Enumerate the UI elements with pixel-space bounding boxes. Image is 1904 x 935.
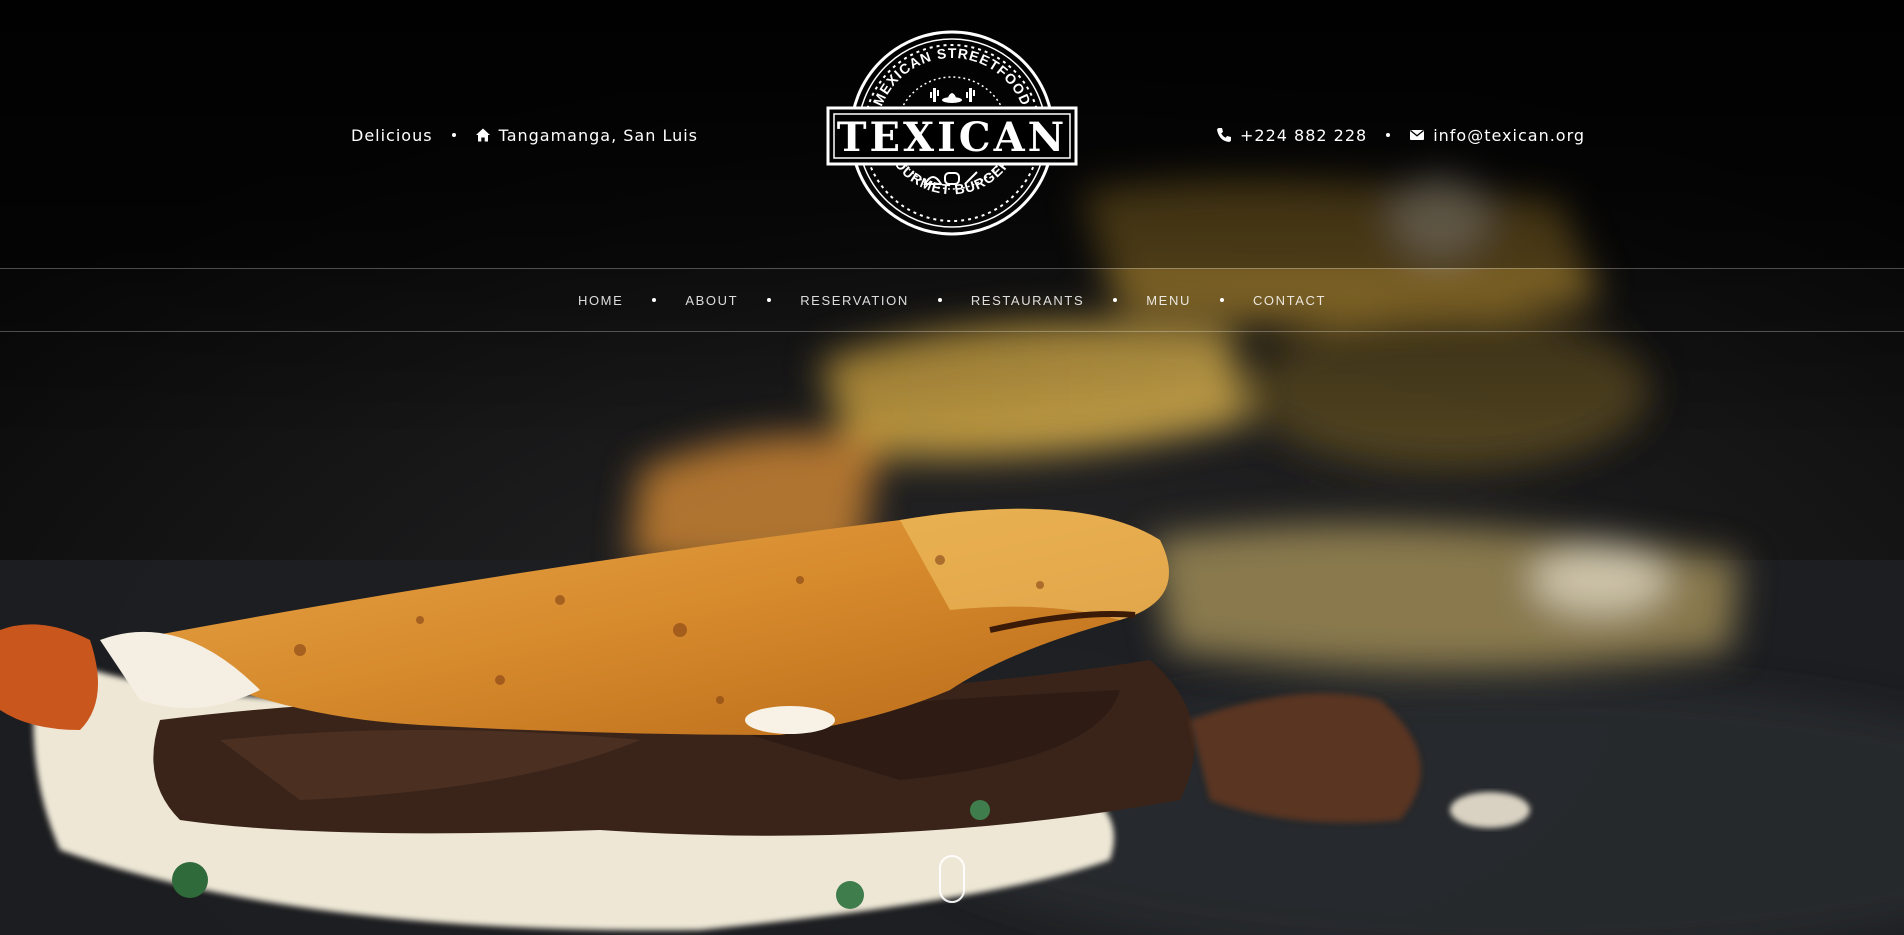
location-text: Tangamanga, San Luis	[498, 125, 698, 145]
nav-separator-dot	[1219, 298, 1224, 302]
mouse-scroll-icon[interactable]	[939, 855, 965, 903]
home-icon	[475, 127, 491, 143]
email-link[interactable]: info@texican.org	[1433, 126, 1585, 145]
main-navigation: HOME ABOUT RESERVATION RESTAURANTS MENU …	[0, 268, 1904, 332]
logo-name: TEXICAN	[837, 114, 1067, 161]
separator-dot	[1386, 133, 1391, 137]
nav-separator-dot	[767, 298, 772, 302]
phone-icon	[1216, 127, 1232, 143]
header-info-right: +224 882 228 info@texican.org	[1216, 125, 1585, 145]
header-info-left: Delicious Tangamanga, San Luis	[351, 125, 698, 145]
nav-separator-dot	[652, 298, 657, 302]
separator-dot	[451, 133, 456, 137]
texican-logo[interactable]: MEXICAN STREETFOOD GOURMET BURGERS TEXIC…	[825, 28, 1079, 238]
phone-number[interactable]: +224 882 228	[1240, 126, 1367, 145]
nav-separator-dot	[1113, 298, 1118, 302]
sombrero-icon	[930, 88, 975, 103]
nav-about[interactable]: ABOUT	[685, 293, 738, 308]
site-header: Delicious Tangamanga, San Luis MEXICAN S…	[0, 0, 1904, 268]
nav-menu[interactable]: MENU	[1146, 293, 1191, 308]
envelope-icon	[1409, 127, 1425, 143]
nav-contact[interactable]: CONTACT	[1253, 293, 1326, 308]
tagline: Delicious	[351, 125, 433, 145]
nav-reservation[interactable]: RESERVATION	[800, 293, 909, 308]
nav-home[interactable]: HOME	[578, 293, 623, 308]
logo-emblem: MEXICAN STREETFOOD GOURMET BURGERS TEXIC…	[826, 30, 1078, 236]
nav-restaurants[interactable]: RESTAURANTS	[971, 293, 1084, 308]
nav-separator-dot	[937, 298, 942, 302]
